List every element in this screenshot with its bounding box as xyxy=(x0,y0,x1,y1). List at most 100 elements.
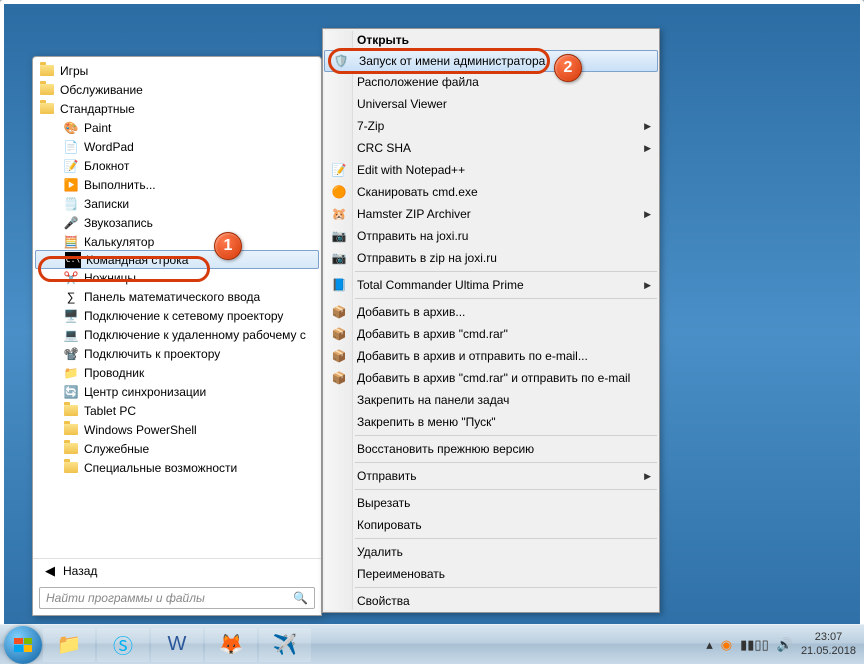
rar-icon: 📦 xyxy=(329,370,349,386)
calc-icon: 🧮 xyxy=(63,234,79,250)
ctx-добавить-в-архив-и-отправить-п[interactable]: 📦Добавить в архив и отправить по e-mail.… xyxy=(323,345,659,367)
search-input[interactable]: Найти программы и файлы🔍 xyxy=(39,587,315,609)
item-calculator[interactable]: 🧮Калькулятор xyxy=(33,232,321,251)
annotation-badge-1: 1 xyxy=(214,232,242,260)
ctx-переименовать[interactable]: Переименовать xyxy=(323,563,659,585)
folder-accessories[interactable]: Стандартные xyxy=(33,99,321,118)
item-netproj[interactable]: 🖥️Подключение к сетевому проектору xyxy=(33,306,321,325)
tray-network-icon[interactable]: ▮▮▯▯ xyxy=(740,637,769,653)
ctx-universal-viewer[interactable]: Universal Viewer xyxy=(323,93,659,115)
taskbar: 📁 Ⓢ W 🦊 ✈️ ▴ ◉ ▮▮▯▯ 🔊 23:07 21.05.2018 xyxy=(0,624,864,664)
label: Игры xyxy=(60,64,88,78)
tray-clock[interactable]: 23:07 21.05.2018 xyxy=(801,631,856,657)
submenu-arrow-icon: ▶ xyxy=(644,121,651,132)
ctx-открыть[interactable]: Открыть xyxy=(323,29,659,51)
taskbar-skype[interactable]: Ⓢ xyxy=(97,628,149,662)
ctx-копировать[interactable]: Копировать xyxy=(323,514,659,536)
ctx-label: Добавить в архив "cmd.rar" xyxy=(357,327,508,341)
ctx-label: Вырезать xyxy=(357,496,410,510)
ctx-удалить[interactable]: Удалить xyxy=(323,541,659,563)
joxi-icon: 📷 xyxy=(329,228,349,244)
submenu-arrow-icon: ▶ xyxy=(644,209,651,220)
ctx-запуск-от-имени-администратора[interactable]: 🛡️Запуск от имени администратора xyxy=(324,50,658,72)
ctx-edit-with-notepad-[interactable]: 📝Edit with Notepad++ xyxy=(323,159,659,181)
item-explorer[interactable]: 📁Проводник xyxy=(33,363,321,382)
taskbar-firefox[interactable]: 🦊 xyxy=(205,628,257,662)
ctx-label: Свойства xyxy=(357,594,410,608)
item-math[interactable]: ∑Панель математического ввода xyxy=(33,287,321,306)
ctx-label: Копировать xyxy=(357,518,422,532)
item-wordpad[interactable]: 📄WordPad xyxy=(33,137,321,156)
back-arrow-icon: ◀ xyxy=(45,563,55,579)
wordpad-icon: 📄 xyxy=(63,139,79,155)
submenu-arrow-icon: ▶ xyxy=(644,280,651,291)
ctx-hamster-zip-archiver[interactable]: 🐹Hamster ZIP Archiver▶ xyxy=(323,203,659,225)
ctx-label: Переименовать xyxy=(357,567,445,581)
ctx-label: Открыть xyxy=(357,33,409,47)
paint-icon: 🎨 xyxy=(63,120,79,136)
back-button[interactable]: ◀Назад xyxy=(33,558,321,583)
folder-system[interactable]: Служебные xyxy=(33,439,321,458)
separator xyxy=(355,489,657,490)
ctx-добавить-в-архив-cmd-rar-и-отп[interactable]: 📦Добавить в архив "cmd.rar" и отправить … xyxy=(323,367,659,389)
folder-tabletpc[interactable]: Tablet PC xyxy=(33,401,321,420)
folder-maintenance[interactable]: Обслуживание xyxy=(33,80,321,99)
item-paint[interactable]: 🎨Paint xyxy=(33,118,321,137)
item-command-prompt[interactable]: C:\Командная строка xyxy=(35,250,319,269)
tray-volume-icon[interactable]: 🔊 xyxy=(777,637,793,653)
notepad-icon: 📝 xyxy=(63,158,79,174)
item-recorder[interactable]: 🎤Звукозапись xyxy=(33,213,321,232)
ctx-label: Добавить в архив... xyxy=(357,305,465,319)
ctx-7-zip[interactable]: 7-Zip ▶ xyxy=(323,115,659,137)
taskbar-telegram[interactable]: ✈️ xyxy=(259,628,311,662)
start-button[interactable] xyxy=(4,626,42,664)
tc-icon: 📘 xyxy=(329,277,349,293)
folder-games[interactable]: Игры xyxy=(33,61,321,80)
taskbar-word[interactable]: W xyxy=(151,628,203,662)
submenu-arrow-icon: ▶ xyxy=(644,143,651,154)
ctx-label: Отправить в zip на joxi.ru xyxy=(357,251,497,265)
explorer-icon: 📁 xyxy=(63,365,79,381)
item-sync[interactable]: 🔄Центр синхронизации xyxy=(33,382,321,401)
submenu-arrow-icon: ▶ xyxy=(644,471,651,482)
item-run[interactable]: ▶️Выполнить... xyxy=(33,175,321,194)
ctx-label: Расположение файла xyxy=(357,75,479,89)
tray-avast-icon[interactable]: ◉ xyxy=(721,637,732,653)
item-proj[interactable]: 📽️Подключить к проектору xyxy=(33,344,321,363)
sync-icon: 🔄 xyxy=(63,384,79,400)
ctx-label: Добавить в архив и отправить по e-mail..… xyxy=(357,349,588,363)
folder-powershell[interactable]: Windows PowerShell xyxy=(33,420,321,439)
ctx-закрепить-в-меню-пуск-[interactable]: Закрепить в меню "Пуск" xyxy=(323,411,659,433)
annotation-badge-2: 2 xyxy=(554,54,582,82)
taskbar-explorer[interactable]: 📁 xyxy=(43,628,95,662)
ctx-добавить-в-архив-cmd-rar-[interactable]: 📦Добавить в архив "cmd.rar" xyxy=(323,323,659,345)
ctx-вырезать[interactable]: Вырезать xyxy=(323,492,659,514)
math-icon: ∑ xyxy=(63,289,79,305)
ctx-восстановить-прежнюю-версию[interactable]: Восстановить прежнюю версию xyxy=(323,438,659,460)
ctx-добавить-в-архив-[interactable]: 📦Добавить в архив... xyxy=(323,301,659,323)
windows-logo-icon xyxy=(14,638,32,652)
item-snip[interactable]: ✂️Ножницы xyxy=(33,268,321,287)
item-notes[interactable]: 🗒️Записки xyxy=(33,194,321,213)
ctx-label: 7-Zip xyxy=(357,119,384,133)
separator xyxy=(355,298,657,299)
ctx-crc-sha[interactable]: CRC SHA▶ xyxy=(323,137,659,159)
cmd-icon: C:\ xyxy=(65,252,81,268)
label: Обслуживание xyxy=(60,83,143,97)
ctx-отправить-в-zip-на-joxi-ru[interactable]: 📷Отправить в zip на joxi.ru xyxy=(323,247,659,269)
ctx-свойства[interactable]: Свойства xyxy=(323,590,659,612)
item-notepad[interactable]: 📝Блокнот xyxy=(33,156,321,175)
ctx-отправить-на-joxi-ru[interactable]: 📷Отправить на joxi.ru xyxy=(323,225,659,247)
run-icon: ▶️ xyxy=(63,177,79,193)
item-rdp[interactable]: 💻Подключение к удаленному рабочему с xyxy=(33,325,321,344)
rdp-icon: 💻 xyxy=(63,327,79,343)
ctx-total-commander-ultima-prime[interactable]: 📘Total Commander Ultima Prime▶ xyxy=(323,274,659,296)
ctx-закрепить-на-панели-задач[interactable]: Закрепить на панели задач xyxy=(323,389,659,411)
tray-up-icon[interactable]: ▴ xyxy=(706,637,713,653)
ctx-сканировать-cmd-exe[interactable]: 🟠Сканировать cmd.exe xyxy=(323,181,659,203)
ctx-отправить[interactable]: Отправить ▶ xyxy=(323,465,659,487)
folder-accessibility[interactable]: Специальные возможности xyxy=(33,458,321,477)
snip-icon: ✂️ xyxy=(63,270,79,286)
ctx-расположение-файла[interactable]: Расположение файла xyxy=(323,71,659,93)
ctx-label: Отправить xyxy=(357,469,417,483)
